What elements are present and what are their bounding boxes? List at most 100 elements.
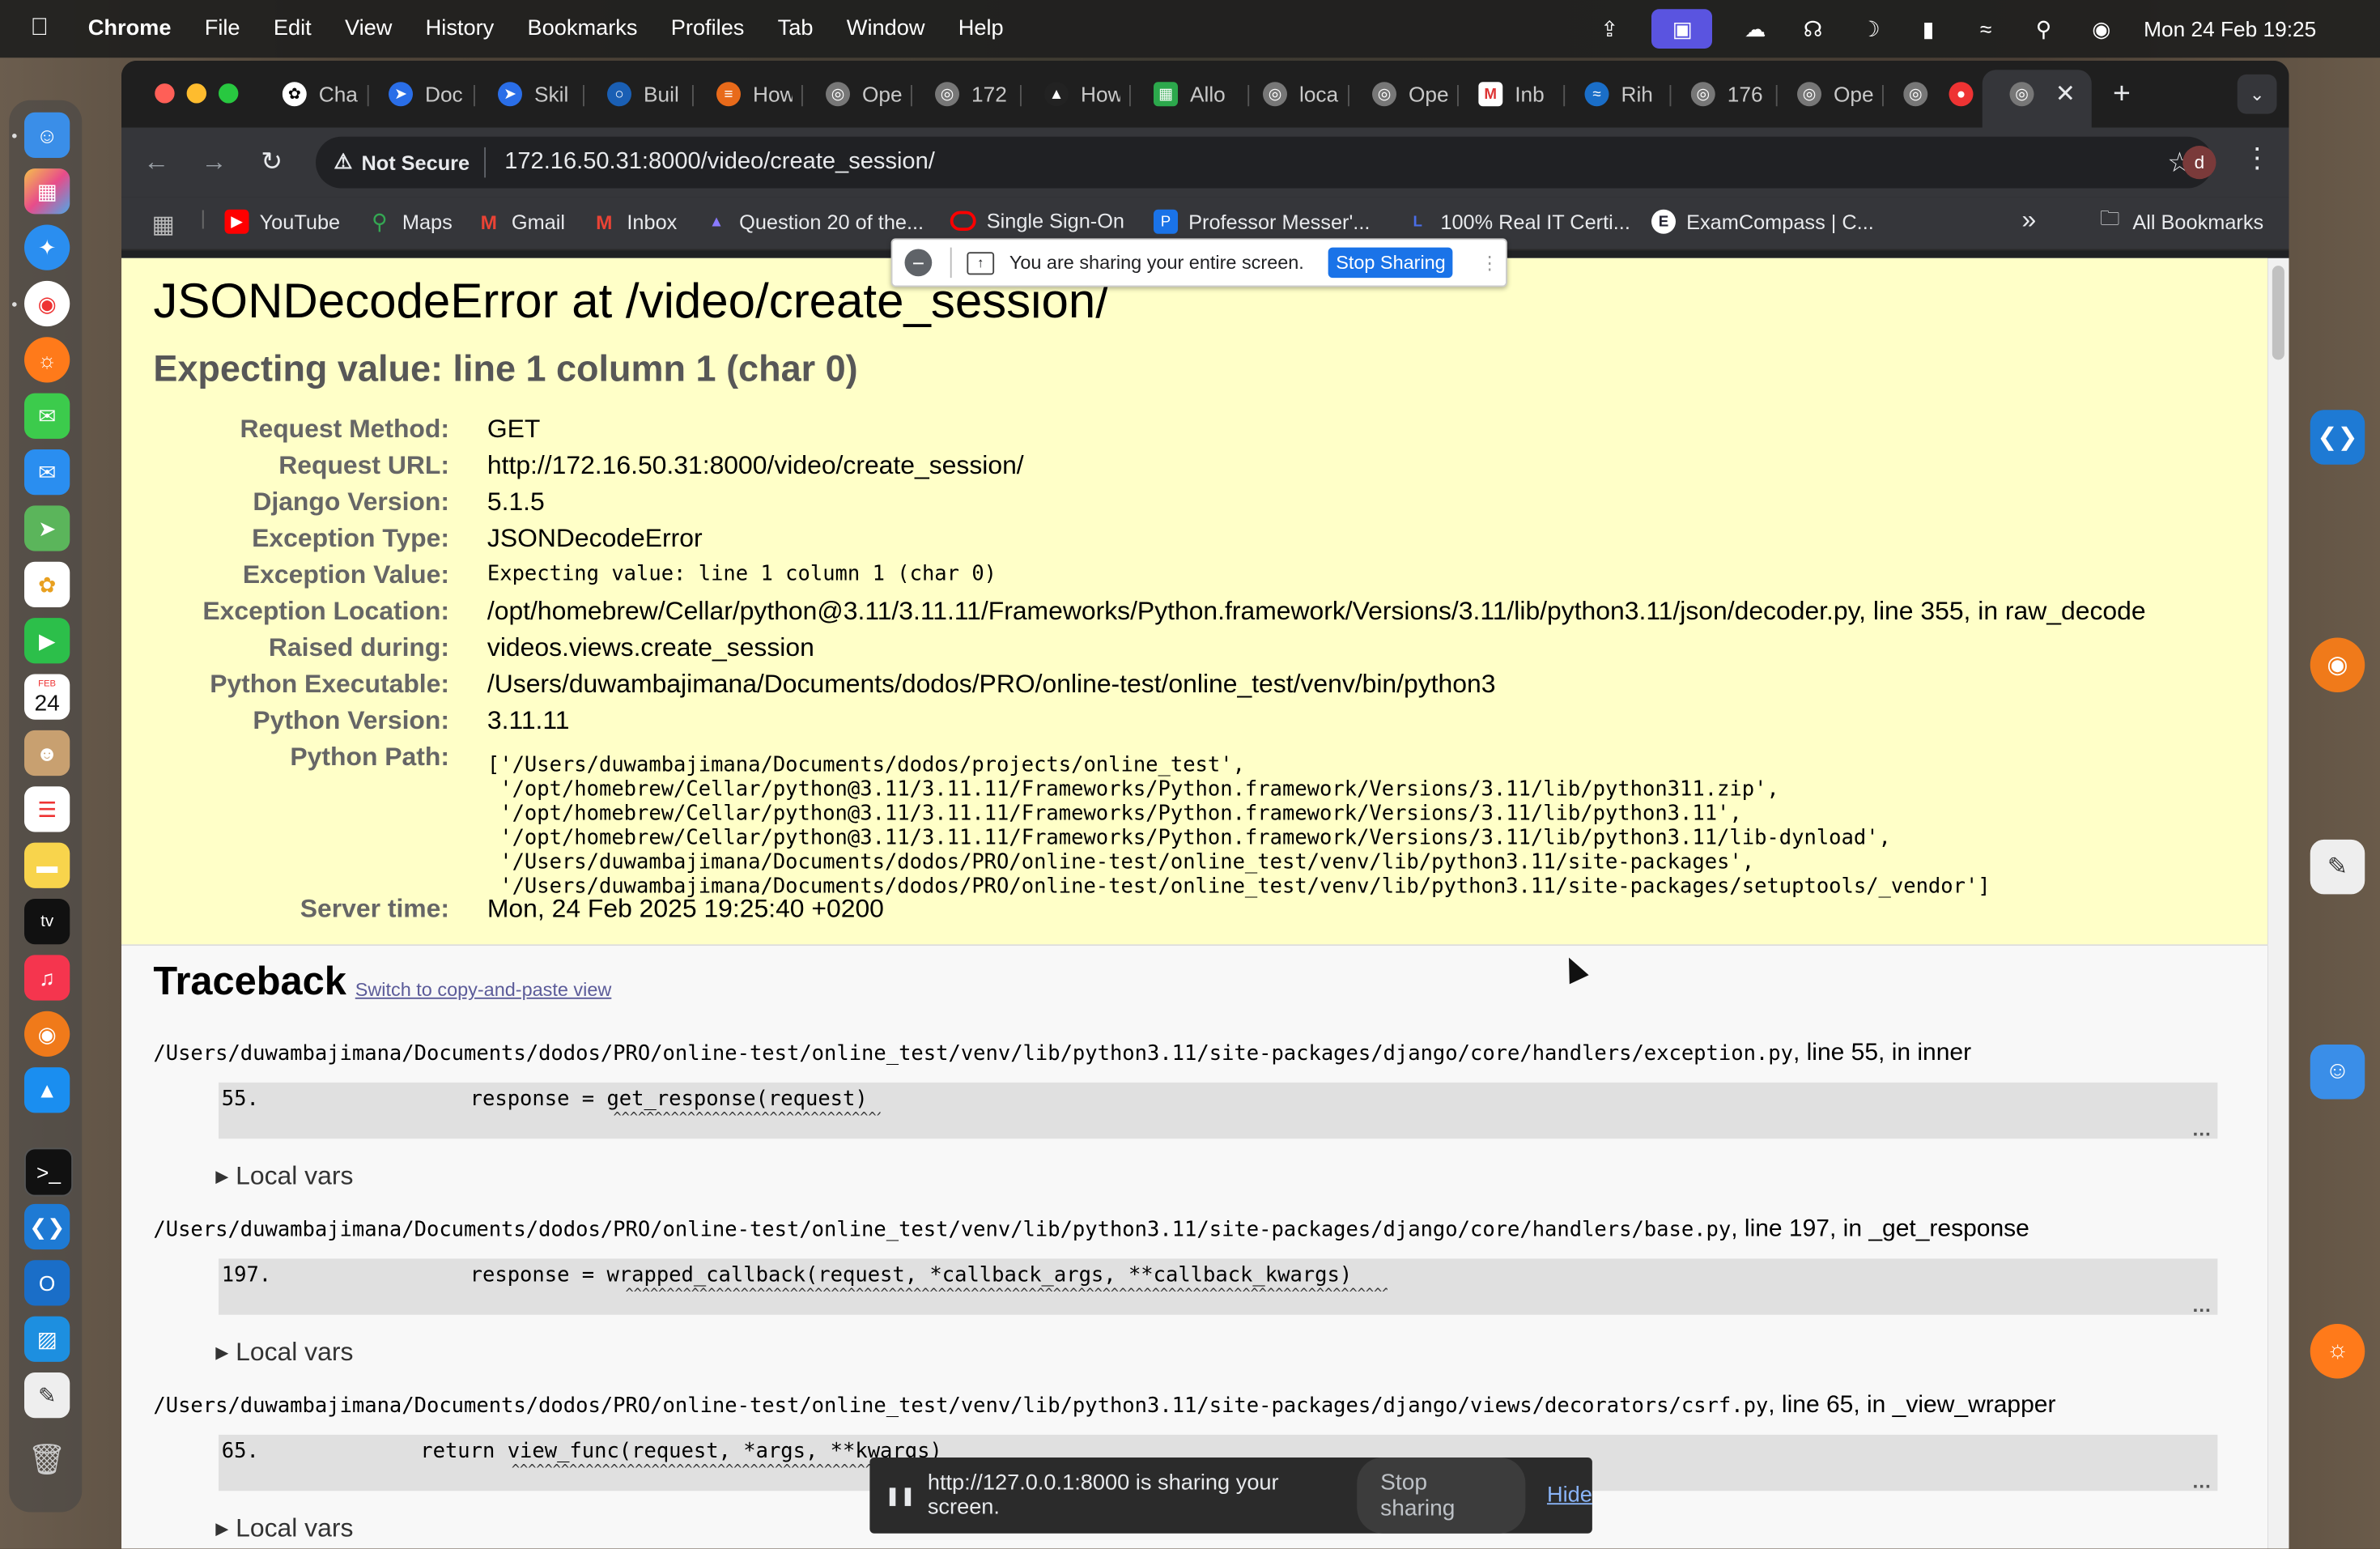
notes-icon[interactable]: ▬ xyxy=(24,843,70,888)
stop-sharing-pill-button[interactable]: Stop sharing xyxy=(1358,1458,1526,1534)
tab[interactable]: ○Buil xyxy=(607,76,683,113)
tab[interactable]: ◎Ope xyxy=(1797,76,1873,113)
reminders-icon[interactable]: ☰ xyxy=(24,786,70,832)
photos-icon[interactable]: ✿ xyxy=(24,562,70,607)
url-text[interactable]: 172.16.50.31:8000/video/create_session/ xyxy=(504,149,935,177)
messages-icon[interactable]: ✉ xyxy=(24,394,70,439)
expand-context-icon[interactable]: … xyxy=(2192,1476,2212,1488)
code-context[interactable]: 55. response = get_response(request) ^^^… xyxy=(219,1083,2217,1138)
new-tab-icon[interactable]: + xyxy=(2113,76,2137,113)
bookmark-question[interactable]: ▲Question 20 of the... xyxy=(704,210,924,234)
minimize-window-button[interactable] xyxy=(187,83,206,103)
apps-grid-icon[interactable]: ▦ xyxy=(152,210,175,240)
app-store-icon[interactable]: ▲ xyxy=(24,1067,70,1113)
local-vars-toggle[interactable]: ▸ Local vars xyxy=(215,1161,353,1192)
page-scrollbar[interactable] xyxy=(2267,258,2289,1549)
chrome-icon[interactable]: ◉ xyxy=(24,281,70,326)
vscode-icon[interactable]: ❮❯ xyxy=(24,1204,70,1249)
bookmark-it-cert[interactable]: L100% Real IT Certi... xyxy=(1405,210,1630,234)
docker-icon[interactable]: ▨ xyxy=(24,1317,70,1362)
safari-icon[interactable]: ✦ xyxy=(24,225,70,270)
bookmark-inbox[interactable]: MInbox xyxy=(592,210,677,234)
tab[interactable]: ≈Rih xyxy=(1585,76,1661,113)
tab-search-icon[interactable]: ⌄ xyxy=(2238,74,2277,114)
maps-icon[interactable]: ➤ xyxy=(24,505,70,551)
close-tab-icon[interactable]: ✕ xyxy=(2055,76,2080,113)
tab[interactable]: ● xyxy=(1949,76,1980,113)
finder-window-icon[interactable]: ☺ xyxy=(2310,1045,2365,1100)
trash-icon[interactable]: 🗑 xyxy=(24,1436,70,1482)
code-context[interactable]: 197. response = wrapped_callback(request… xyxy=(219,1258,2217,1314)
menu-app-name[interactable]: Chrome xyxy=(88,17,172,41)
address-bar[interactable]: ⚠ Not Secure 172.16.50.31:8000/video/cre… xyxy=(316,137,2213,189)
menu-view[interactable]: View xyxy=(345,17,392,41)
apple-tv-icon[interactable]: tv xyxy=(24,899,70,944)
tab[interactable]: ◎176 xyxy=(1691,76,1767,113)
zoom-window-button[interactable] xyxy=(219,83,238,103)
switch-view-link[interactable]: Switch to copy-and-paste view xyxy=(355,979,612,1000)
hide-link[interactable]: Hide xyxy=(1547,1483,1592,1508)
apple-logo-icon[interactable]:  xyxy=(31,15,64,43)
local-vars-toggle[interactable]: ▸ Local vars xyxy=(215,1338,353,1368)
tab[interactable]: ◎ xyxy=(1903,76,1934,113)
back-icon[interactable]: ← xyxy=(140,146,173,179)
firefox-window-icon[interactable]: ☼ xyxy=(2310,1324,2365,1379)
menu-tab[interactable]: Tab xyxy=(778,17,814,41)
drag-handle-icon[interactable]: ⋮ xyxy=(1481,252,1499,273)
menu-history[interactable]: History xyxy=(426,17,495,41)
screen-mirroring-icon[interactable]: ▣ xyxy=(1652,9,1713,49)
stop-sharing-button[interactable]: Stop Sharing xyxy=(1328,248,1453,279)
mail-icon[interactable]: ✉ xyxy=(24,449,70,495)
spotlight-search-icon[interactable]: ⚲ xyxy=(2029,17,2059,41)
outlook-icon[interactable]: O xyxy=(24,1260,70,1305)
battery-icon[interactable]: ▮ xyxy=(1913,17,1944,41)
local-vars-toggle[interactable]: ▸ Local vars xyxy=(215,1513,353,1544)
tab[interactable]: ◎Ope xyxy=(826,76,902,113)
tab[interactable]: ▲How xyxy=(1044,76,1120,113)
bookmark-maps[interactable]: ⚲Maps xyxy=(368,210,453,234)
bookmark-messer[interactable]: PProfessor Messer'... xyxy=(1154,210,1370,234)
tab[interactable]: ≡How xyxy=(716,76,793,113)
vscode-window-icon[interactable]: ❮❯ xyxy=(2310,410,2365,465)
bookmark-gmail[interactable]: MGmail xyxy=(477,210,565,234)
reload-icon[interactable]: ↻ xyxy=(255,146,288,179)
finder-icon[interactable]: ☺ xyxy=(24,113,70,158)
contacts-icon[interactable]: ☻ xyxy=(24,730,70,776)
textedit-icon[interactable]: ✎ xyxy=(24,1372,70,1418)
expand-context-icon[interactable]: … xyxy=(2192,1124,2212,1136)
tab[interactable]: ✿Cha xyxy=(283,76,359,113)
tab[interactable]: ◎loca xyxy=(1263,76,1339,113)
control-center-icon[interactable]: ◉ xyxy=(2086,17,2117,41)
facetime-icon[interactable]: ▶ xyxy=(24,618,70,663)
menu-profiles[interactable]: Profiles xyxy=(671,17,745,41)
tab[interactable]: MInb xyxy=(1478,76,1554,113)
calendar-icon[interactable]: FEB 24 xyxy=(24,674,70,720)
tab[interactable]: ➤Skil xyxy=(498,76,574,113)
bookmark-sso[interactable]: Single Sign-On xyxy=(950,210,1124,232)
tab[interactable]: ▦Allo xyxy=(1154,76,1239,113)
all-bookmarks[interactable]: 🗀All Bookmarks xyxy=(2097,210,2263,234)
not-secure-chip[interactable]: ⚠ Not Secure xyxy=(334,147,487,178)
podcasts-window-icon[interactable]: ◉ xyxy=(2310,638,2365,693)
menu-window[interactable]: Window xyxy=(847,17,925,41)
minimize-share-bar-icon[interactable]: − xyxy=(905,249,933,277)
chrome-menu-icon[interactable]: ⋮ xyxy=(2243,143,2271,174)
expand-context-icon[interactable]: … xyxy=(2192,1300,2212,1312)
close-window-button[interactable] xyxy=(155,83,174,103)
menubar-clock[interactable]: Mon 24 Feb 19:25 xyxy=(2144,17,2316,41)
tab[interactable]: ➤Doc xyxy=(389,76,465,113)
forward-icon[interactable]: → xyxy=(198,146,231,179)
firefox-icon[interactable]: ☼ xyxy=(24,337,70,382)
moon-icon[interactable]: ☽ xyxy=(1855,17,1886,41)
music-icon[interactable]: ♫ xyxy=(24,955,70,1000)
textedit-window-icon[interactable]: ✎ xyxy=(2310,840,2365,895)
menu-file[interactable]: File xyxy=(205,17,240,41)
bookmark-youtube[interactable]: ▶YouTube xyxy=(225,210,341,234)
profile-avatar[interactable]: d xyxy=(2182,146,2216,179)
scrollbar-thumb[interactable] xyxy=(2272,266,2284,360)
headphones-icon[interactable]: ☊ xyxy=(1798,17,1829,41)
menu-bookmarks[interactable]: Bookmarks xyxy=(528,17,638,41)
menu-edit[interactable]: Edit xyxy=(274,17,312,41)
more-bookmarks-icon[interactable]: » xyxy=(2022,205,2037,236)
terminal-icon[interactable]: >_ xyxy=(24,1148,73,1197)
